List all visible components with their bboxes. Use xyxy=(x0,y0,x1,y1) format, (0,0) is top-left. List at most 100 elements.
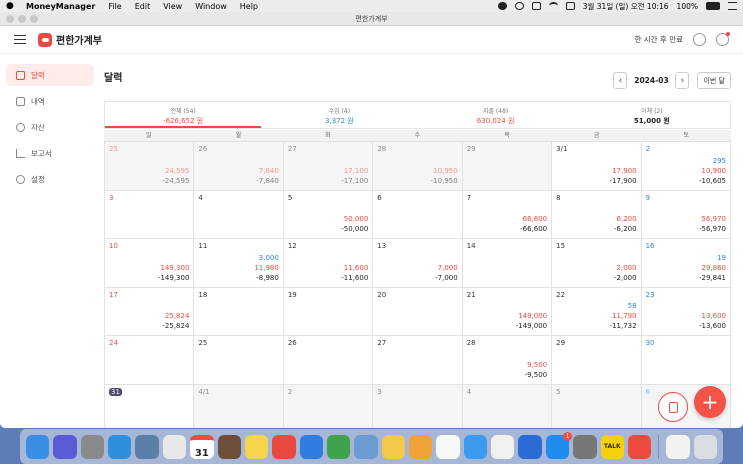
calendar-day-cell[interactable]: 10 149,300 -149,300 xyxy=(105,239,195,288)
calendar-day-cell[interactable]: 3 xyxy=(373,384,463,428)
input-source-icon[interactable] xyxy=(565,2,575,10)
calendar-day-cell[interactable]: 4 xyxy=(194,190,284,239)
calendar-icon[interactable]: 31 xyxy=(190,434,214,459)
tab-expense[interactable]: 지출 (48) 630,024 원 xyxy=(418,102,574,128)
notification-center-icon[interactable] xyxy=(728,2,737,10)
calendar-day-cell[interactable]: 7 66,600 -66,600 xyxy=(462,190,553,239)
calendar-day-cell[interactable]: 30 xyxy=(641,336,731,385)
menu-edit[interactable]: Edit xyxy=(135,2,151,11)
calendar-day-cell[interactable]: 5 50,000 -50,000 xyxy=(283,190,374,239)
sidebar-item-history[interactable]: 내역 xyxy=(6,90,94,112)
settings-icon[interactable] xyxy=(573,434,597,459)
calendar-day-cell[interactable]: 21 149,000 -149,000 xyxy=(462,287,553,336)
calendar-day-cell[interactable]: 27 17,100 -17,100 xyxy=(283,142,374,191)
spotlight-icon[interactable] xyxy=(514,2,524,10)
siri-icon[interactable] xyxy=(53,434,77,459)
sidebar-item-assets[interactable]: 자산 xyxy=(6,116,94,138)
calendar-day-cell[interactable]: 11 3,000 11,980 -8,980 xyxy=(194,239,284,288)
document-icon[interactable] xyxy=(666,434,690,459)
tab-income[interactable]: 수입 (4) 3,372 원 xyxy=(261,102,417,128)
calendar-day-cell[interactable]: 12 11,600 -11,600 xyxy=(283,239,374,288)
photos-icon[interactable] xyxy=(436,434,460,459)
sidebar-item-reports[interactable]: 보고서 xyxy=(6,142,94,164)
notes-icon[interactable] xyxy=(217,434,241,459)
calendar-day-cell[interactable]: 5 xyxy=(552,384,642,428)
calendar-day-cell[interactable]: 31 xyxy=(105,384,195,428)
messages-icon[interactable] xyxy=(463,434,488,459)
calendar-day-cell[interactable]: 27 xyxy=(373,336,463,385)
trash-icon[interactable] xyxy=(693,434,717,459)
refresh-icon[interactable] xyxy=(693,33,706,46)
preview-icon[interactable] xyxy=(354,434,378,459)
calendar-day-cell[interactable]: 16 19 29,860 -29,841 xyxy=(641,239,731,288)
stickies-icon[interactable] xyxy=(381,434,406,459)
moneymanager-icon[interactable] xyxy=(627,434,652,459)
safari-icon[interactable] xyxy=(108,434,132,459)
appstore-icon[interactable]: 1 xyxy=(545,431,573,459)
profile-icon[interactable] xyxy=(716,32,730,46)
app-icon[interactable] xyxy=(272,434,296,459)
calendar-day-cell[interactable]: 15 2,000 -2,000 xyxy=(552,239,642,288)
calendar-day-cell[interactable]: 2 295 10,900 -10,605 xyxy=(641,142,731,191)
calendar-day-cell[interactable]: 20 xyxy=(373,287,463,336)
calendar-day-cell[interactable]: 29 xyxy=(462,142,553,191)
keynote-icon[interactable] xyxy=(299,434,323,459)
stickies-icon[interactable] xyxy=(244,434,269,459)
finder-icon[interactable] xyxy=(26,434,50,459)
app-menu[interactable]: MoneyManager xyxy=(26,2,95,11)
launchpad-icon[interactable] xyxy=(80,434,105,459)
calendar-day-cell[interactable]: 17 25,824 -25,824 xyxy=(105,287,195,336)
calendar-day-cell[interactable]: 4/1 xyxy=(194,384,284,428)
calendar-day-cell[interactable]: 23 13,600 -13,600 xyxy=(641,287,731,336)
menu-file[interactable]: File xyxy=(108,2,121,11)
menu-window[interactable]: Window xyxy=(195,2,227,11)
pages-icon[interactable] xyxy=(409,434,433,459)
calendar-day-cell[interactable]: 24 xyxy=(105,336,195,385)
list-view-button[interactable] xyxy=(658,392,688,422)
calendar-day-cell[interactable]: 28 9,500 -9,500 xyxy=(462,336,553,385)
sidebar-item-settings[interactable]: 설정 xyxy=(6,168,94,190)
kakaotalk-icon[interactable]: TALK xyxy=(600,434,624,459)
calendar-day-cell[interactable]: 14 xyxy=(462,239,553,288)
numbers-icon[interactable] xyxy=(326,434,351,459)
calendar-day-cell[interactable]: 18 xyxy=(194,287,284,336)
day-number: 19 xyxy=(287,290,297,299)
hamburger-menu-icon[interactable] xyxy=(14,35,26,44)
calendar-day-cell[interactable]: 28 10,950 -10,950 xyxy=(373,142,463,191)
clock[interactable]: 3월 31일 (일) 오전 10:16 xyxy=(583,1,669,12)
calendar-day-cell[interactable]: 26 7,840 -7,840 xyxy=(194,142,284,191)
calendar-day-cell[interactable]: 6 xyxy=(373,190,463,239)
calendar-day-cell[interactable]: 8 6,200 -6,200 xyxy=(552,190,642,239)
music-icon[interactable] xyxy=(491,434,515,459)
prev-month-button[interactable]: ‹ xyxy=(613,72,628,89)
calendar-day-cell[interactable]: 9 56,970 -56,970 xyxy=(641,190,731,239)
calendar-day-cell[interactable]: 4 xyxy=(462,384,553,428)
this-month-button[interactable]: 이번 달 xyxy=(697,72,731,89)
calendar-day-cell[interactable]: 22 58 11,790 -11,732 xyxy=(552,287,642,336)
control-center-icon[interactable] xyxy=(531,2,541,10)
calendar-day-cell[interactable]: 25 xyxy=(194,336,284,385)
menu-help[interactable]: Help xyxy=(240,2,258,11)
next-month-button[interactable]: › xyxy=(675,72,690,89)
calendar-day-cell[interactable]: 3/1 17,900 -17,900 xyxy=(552,142,642,191)
tab-total[interactable]: 전체 (54) -626,652 원 xyxy=(105,102,262,128)
apple-menu-icon[interactable]: ● xyxy=(6,1,16,11)
battery-icon[interactable] xyxy=(706,2,720,10)
tab-transfer[interactable]: 이체 (2) 51,000 원 xyxy=(574,102,730,128)
chat-status-icon[interactable] xyxy=(497,2,507,10)
sidebar-item-calendar[interactable]: 달력 xyxy=(6,64,94,86)
add-transaction-button[interactable]: + xyxy=(694,386,726,418)
chrome-icon[interactable] xyxy=(162,434,187,459)
day-number: 5 xyxy=(287,193,293,202)
calendar-day-cell[interactable]: 3 xyxy=(105,190,195,239)
calendar-day-cell[interactable]: 26 xyxy=(283,336,374,385)
calendar-day-cell[interactable]: 2 xyxy=(283,384,374,428)
preview-icon[interactable] xyxy=(135,434,159,459)
calendar-day-cell[interactable]: 25 24,595 -24,595 xyxy=(105,142,195,191)
calendar-day-cell[interactable]: 29 xyxy=(552,336,642,385)
calendar-day-cell[interactable]: 19 xyxy=(283,287,374,336)
wifi-icon[interactable] xyxy=(548,2,558,10)
menu-view[interactable]: View xyxy=(163,2,182,11)
calendar-day-cell[interactable]: 13 7,000 -7,000 xyxy=(373,239,463,288)
quicktime-icon[interactable] xyxy=(518,434,542,459)
